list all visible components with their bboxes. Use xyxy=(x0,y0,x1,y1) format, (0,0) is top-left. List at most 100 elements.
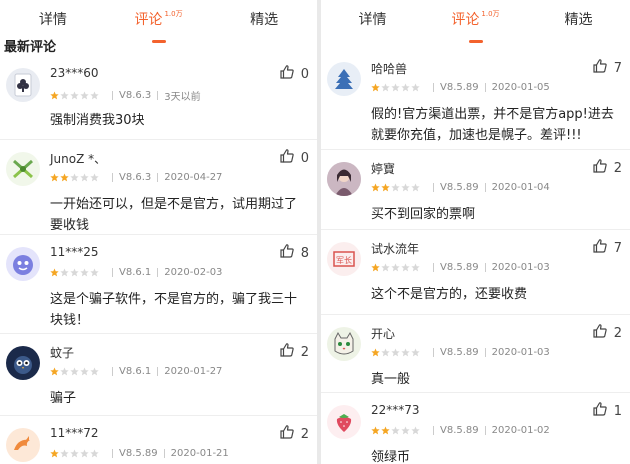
like-count: 8 xyxy=(300,245,309,261)
star-icon xyxy=(50,173,59,182)
review-meta: V8.5.89 2020-01-03 xyxy=(371,347,550,358)
star-rating xyxy=(371,83,421,92)
left-comments-panel: 详情 评论 1.0万 精选 最新评论 23***60 V8.6.3 3天以前 强制… xyxy=(0,0,317,464)
tab-featured[interactable]: 精选 xyxy=(211,0,317,42)
thumbs-up-icon xyxy=(592,158,614,178)
star-icon xyxy=(70,449,79,458)
like-button[interactable]: 8 xyxy=(279,243,309,263)
star-icon xyxy=(60,367,69,376)
star-icon xyxy=(70,173,79,182)
like-button[interactable]: 0 xyxy=(279,64,309,84)
thumbs-up-icon xyxy=(279,64,301,84)
star-icon xyxy=(381,183,390,192)
star-icon xyxy=(80,268,89,277)
star-icon xyxy=(411,183,420,192)
star-rating xyxy=(50,367,100,376)
app-version: V8.5.89 xyxy=(440,82,479,93)
like-button[interactable]: 2 xyxy=(279,424,309,444)
username[interactable]: 哈哈兽 xyxy=(371,60,407,77)
tab-comments[interactable]: 评论 1.0万 xyxy=(106,0,212,43)
star-icon xyxy=(80,367,89,376)
owl-avatar[interactable] xyxy=(6,346,40,380)
active-tab-indicator xyxy=(151,40,166,43)
tab-label: 评论 xyxy=(451,12,480,28)
divider xyxy=(163,449,165,458)
review-date: 2020-01-04 xyxy=(491,182,550,193)
review-item: 军长 试水流年 V8.5.89 2020-01-03 这个不是官方的，还要收费 … xyxy=(321,230,630,315)
tab-details[interactable]: 详情 xyxy=(321,0,424,42)
review-meta: V8.6.3 2020-04-27 xyxy=(50,172,222,183)
app-version: V8.6.3 xyxy=(119,90,152,101)
star-icon xyxy=(381,348,390,357)
right-comments-panel: 详情 评论 1.0万 精选 哈哈兽 V8.5.89 2020-01-05 假的!官… xyxy=(321,0,630,464)
review-meta: V8.6.3 3天以前 xyxy=(50,88,201,103)
like-button[interactable]: 2 xyxy=(279,342,309,362)
username[interactable]: 23***60 xyxy=(50,66,99,80)
username[interactable]: JunoZ *、 xyxy=(50,150,106,167)
club-card-avatar[interactable] xyxy=(6,68,40,102)
star-icon xyxy=(50,367,59,376)
strawberry-avatar[interactable] xyxy=(327,405,361,439)
like-button[interactable]: 0 xyxy=(279,148,309,168)
username[interactable]: 试水流年 xyxy=(371,240,419,257)
like-button[interactable]: 7 xyxy=(592,58,622,78)
like-button[interactable]: 1 xyxy=(592,401,622,421)
dolphin-avatar[interactable] xyxy=(6,428,40,462)
tab-comments[interactable]: 评论 1.0万 xyxy=(424,0,527,43)
star-icon xyxy=(391,426,400,435)
star-icon xyxy=(70,268,79,277)
star-rating xyxy=(371,263,421,272)
green-leaves-avatar[interactable] xyxy=(6,152,40,186)
star-rating xyxy=(50,449,100,458)
star-icon xyxy=(90,91,99,100)
review-date: 2020-01-03 xyxy=(491,262,550,273)
review-text: 一开始还可以，但是不是官方，试用期过了要收钱 xyxy=(50,197,298,233)
username[interactable]: 22***73 xyxy=(371,403,420,417)
review-text: 买不到回家的票啊 xyxy=(371,207,476,222)
app-version: V8.5.89 xyxy=(440,182,479,193)
star-icon xyxy=(50,91,59,100)
star-rating xyxy=(50,91,100,100)
divider xyxy=(112,367,113,376)
purple-face-avatar[interactable] xyxy=(6,247,40,281)
stamp-avatar[interactable]: 军长 xyxy=(327,242,361,276)
tab-featured[interactable]: 精选 xyxy=(527,0,630,42)
review-item: 蚊子 V8.6.1 2020-01-27 骗子 2 xyxy=(0,334,317,416)
username[interactable]: 蚊子 xyxy=(50,344,74,361)
username[interactable]: 婷寶 xyxy=(371,160,395,177)
divider xyxy=(484,263,486,272)
star-icon xyxy=(371,426,380,435)
cat-avatar[interactable] xyxy=(327,327,361,361)
star-icon xyxy=(90,173,99,182)
username[interactable]: 11***25 xyxy=(50,245,99,259)
review-text: 这个不是官方的，还要收费 xyxy=(371,287,528,302)
comment-count-badge: 1.0万 xyxy=(481,10,500,18)
divider xyxy=(484,348,486,357)
star-icon xyxy=(391,263,400,272)
divider xyxy=(433,348,434,357)
review-text: 这是个骗子软件，不是官方的，骗了我三十块钱！ xyxy=(50,292,298,328)
star-icon xyxy=(60,91,69,100)
review-date: 2020-01-03 xyxy=(491,347,550,358)
like-button[interactable]: 2 xyxy=(592,158,622,178)
review-text: 骗子 xyxy=(50,391,77,406)
girl-photo-avatar[interactable] xyxy=(327,162,361,196)
star-icon xyxy=(401,426,410,435)
tab-label: 详情 xyxy=(38,12,67,28)
thumbs-up-icon xyxy=(592,238,614,258)
like-button[interactable]: 7 xyxy=(592,238,622,258)
star-icon xyxy=(50,268,59,277)
app-version: V8.5.89 xyxy=(440,262,479,273)
tab-label: 评论 xyxy=(134,12,163,28)
app-version: V8.5.89 xyxy=(440,347,479,358)
tree-avatar[interactable] xyxy=(327,62,361,96)
username[interactable]: 11***72 xyxy=(50,426,99,440)
star-icon xyxy=(371,83,380,92)
like-count: 2 xyxy=(300,426,309,442)
divider xyxy=(112,173,113,182)
star-icon xyxy=(80,449,89,458)
review-meta: V8.5.89 2020-01-05 xyxy=(371,82,550,93)
star-icon xyxy=(60,173,69,182)
username[interactable]: 开心 xyxy=(371,325,395,342)
like-button[interactable]: 2 xyxy=(592,323,622,343)
